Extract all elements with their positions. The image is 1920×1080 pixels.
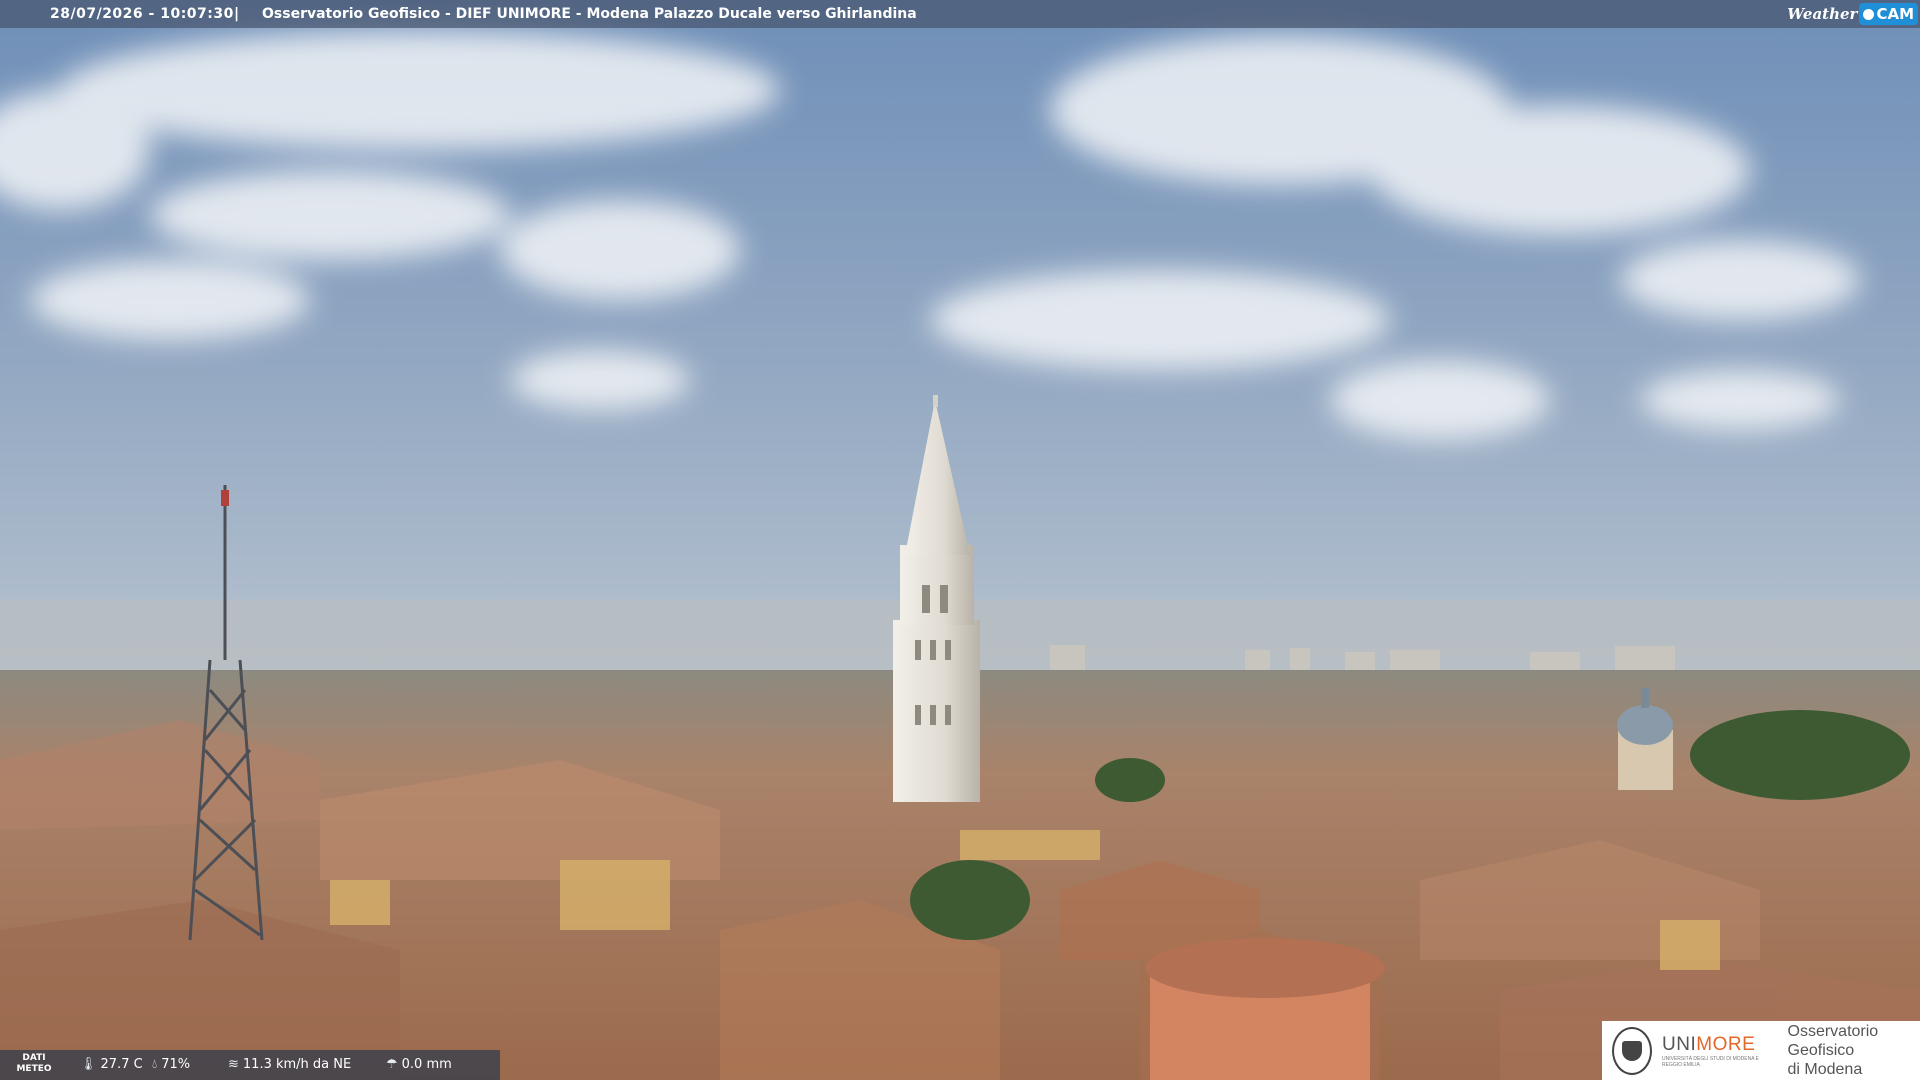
webcam-caption-bar: 28/07/2026 - 10:07:30 | Osservatorio Geo… — [0, 0, 1920, 28]
wind-reading: ≋ 11.3 km/h da NE — [228, 1057, 351, 1072]
uni-suffix: MORE — [1696, 1033, 1756, 1055]
brand-cam-text: CAM — [1876, 5, 1914, 23]
uni-prefix: UNI — [1662, 1033, 1697, 1055]
brand-cam-badge: CAM — [1859, 3, 1918, 25]
timestamp: 28/07/2026 - 10:07:30 — [50, 6, 234, 22]
caption-separator: | — [234, 6, 240, 22]
observatory-name: Osservatorio Geofisico di Modena — [1788, 1022, 1920, 1079]
meteo-label-line2: METEO — [16, 1064, 52, 1074]
cam-lens-icon — [1863, 8, 1875, 20]
meteo-data-bar: DATI METEO 🌡︎ 27.7 C 💧︎ 71% ≋ 11.3 km/h … — [0, 1050, 500, 1080]
university-seal-icon — [1612, 1026, 1653, 1075]
unimore-wordmark: UNIMORE UNIVERSITÀ DEGLI STUDI DI MODENA… — [1662, 1034, 1773, 1068]
wind-icon: ≋ — [228, 1057, 239, 1072]
brand-weather-text: Weather — [1787, 5, 1858, 23]
uni-subtitle: UNIVERSITÀ DEGLI STUDI DI MODENA E REGGI… — [1662, 1055, 1759, 1068]
observatory-line1: Osservatorio Geofisico — [1787, 1023, 1879, 1059]
wind-value: 11.3 km/h da NE — [242, 1057, 352, 1072]
temperature-value: 27.7 C — [100, 1057, 143, 1072]
meteo-label-line1: DATI — [22, 1053, 46, 1063]
thermometer-icon: 🌡︎ — [80, 1057, 97, 1072]
rain-reading: ☂︎ 0.0 mm — [386, 1057, 452, 1072]
rain-gauge-icon: ☂︎ — [386, 1057, 398, 1072]
meteo-label: DATI METEO — [14, 1053, 54, 1075]
humidity-value: 71% — [161, 1057, 191, 1072]
webcam-scene — [0, 0, 1920, 1080]
rain-value: 0.0 mm — [401, 1057, 452, 1072]
webcam-title: Osservatorio Geofisico - DIEF UNIMORE - … — [262, 6, 917, 22]
rotunda-roof — [1145, 938, 1385, 998]
humidity-drop-icon: 💧︎ — [152, 1057, 158, 1072]
unimore-logo-box: UNIMORE UNIVERSITÀ DEGLI STUDI DI MODENA… — [1602, 1021, 1920, 1080]
observatory-line2: di Modena — [1787, 1061, 1863, 1078]
humidity-reading: 💧︎ 71% — [152, 1057, 190, 1072]
weathercam-logo: Weather CAM — [1787, 2, 1918, 26]
temperature-reading: 🌡︎ 27.7 C — [80, 1057, 143, 1072]
